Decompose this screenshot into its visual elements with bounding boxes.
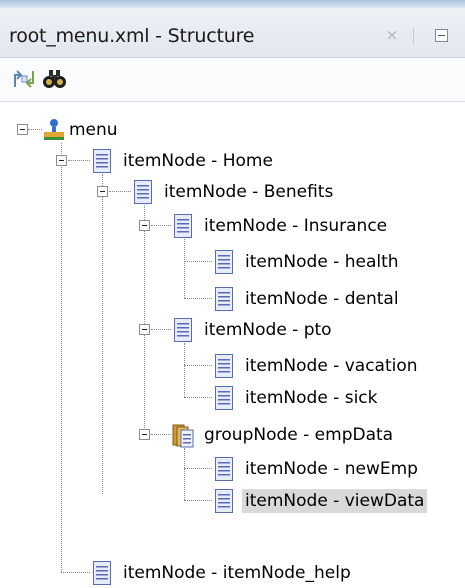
tree-connector <box>109 191 131 192</box>
tree-connector <box>184 448 185 500</box>
tree-connector <box>151 225 171 226</box>
collapse-toggle[interactable] <box>17 124 28 135</box>
tree-connector <box>102 174 103 494</box>
panel-header: root_menu.xml - Structure × <box>0 8 465 58</box>
minimize-panel-button[interactable] <box>435 29 448 42</box>
group-folder-icon <box>172 424 194 448</box>
tree-connector <box>61 572 90 573</box>
panel-top-accent <box>0 0 465 8</box>
tree-connector <box>184 468 212 469</box>
tree-connector <box>184 500 212 501</box>
document-icon <box>134 180 152 204</box>
title-separator <box>413 28 414 44</box>
document-icon <box>215 386 233 410</box>
tree-node-label: itemNode - pto <box>204 320 332 340</box>
document-icon <box>93 149 111 173</box>
find-button[interactable] <box>40 66 68 92</box>
document-icon <box>215 250 233 274</box>
document-icon <box>215 354 233 378</box>
document-icon <box>215 489 233 513</box>
collapse-toggle[interactable] <box>97 186 108 197</box>
panel-title: root_menu.xml - Structure <box>9 25 255 47</box>
collapse-toggle[interactable] <box>56 155 67 166</box>
tree-node-label: itemNode - health <box>245 252 399 272</box>
tree-node-label: groupNode - empData <box>204 425 394 445</box>
tree-connector <box>151 329 171 330</box>
binoculars-find-icon <box>43 70 66 88</box>
close-panel-button[interactable]: × <box>384 27 400 43</box>
tree-node-label: itemNode - viewData <box>242 489 428 513</box>
tree-connector <box>184 365 212 366</box>
tree-connector <box>184 261 212 262</box>
structure-toolbar <box>0 58 465 102</box>
tree-node-label: itemNode - sick <box>245 388 378 408</box>
document-icon <box>215 287 233 311</box>
tree-node-label: itemNode - vacation <box>245 356 418 376</box>
collapse-toggle[interactable] <box>139 324 150 335</box>
tree-connector <box>151 434 171 435</box>
tree-node-label: itemNode - Home <box>123 151 273 171</box>
tree-node-label: menu <box>69 120 118 140</box>
collapse-toggle[interactable] <box>139 220 150 231</box>
tree-connector <box>184 343 185 397</box>
tree-node-label: itemNode - itemNode_help <box>123 563 351 583</box>
tree-connector <box>68 160 90 161</box>
document-icon <box>93 561 111 585</box>
synchronize-icon <box>14 70 34 88</box>
menu-root-icon <box>44 119 64 140</box>
tree-connector <box>144 205 145 434</box>
tree-connector <box>184 298 212 299</box>
document-icon <box>215 457 233 481</box>
tree-connector <box>184 397 212 398</box>
tree-node-label: itemNode - Insurance <box>204 216 388 236</box>
tree-node-label: itemNode - newEmp <box>245 459 418 479</box>
tree-connector <box>184 239 185 298</box>
document-icon <box>174 318 192 342</box>
synchronize-button[interactable] <box>10 66 38 92</box>
document-icon <box>174 214 192 238</box>
structure-tree: menu itemNode - Home itemNode - Benefits… <box>0 103 465 585</box>
tree-connector <box>28 129 42 130</box>
collapse-toggle[interactable] <box>139 429 150 440</box>
tree-connector <box>61 143 62 572</box>
tree-node-label: itemNode - dental <box>245 289 399 309</box>
tree-node-label: itemNode - Benefits <box>164 182 334 202</box>
